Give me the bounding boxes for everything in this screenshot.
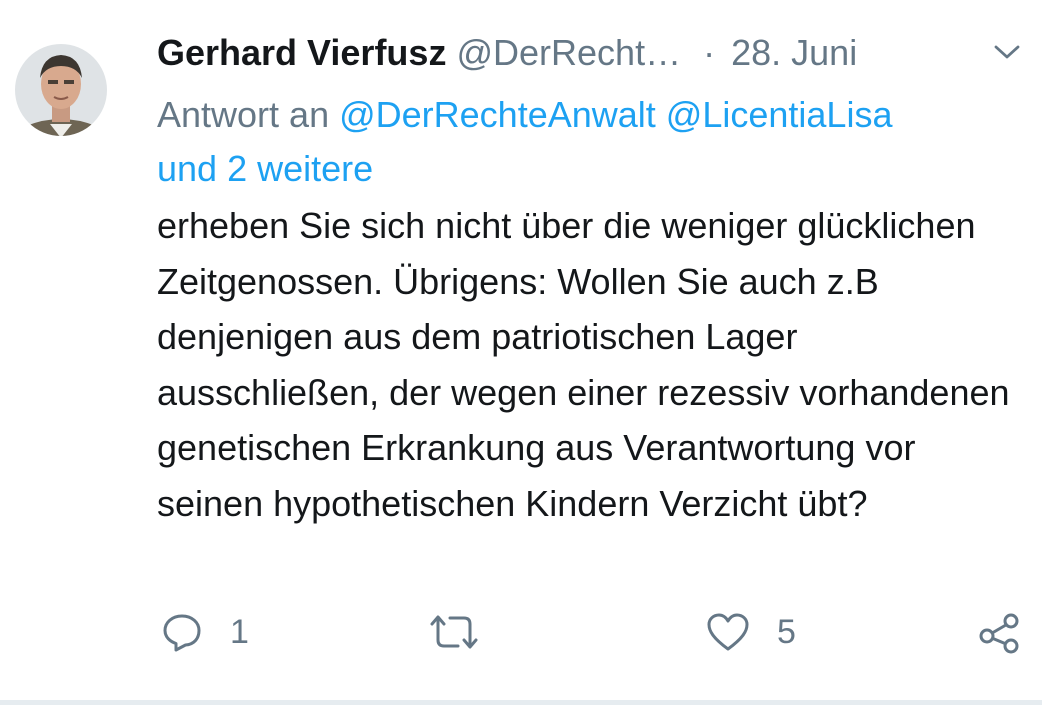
tweet[interactable]: Gerhard Vierfusz @DerRecht… · 28. Juni A… — [0, 0, 1042, 700]
like-count: 5 — [777, 612, 796, 651]
mention-link[interactable]: @DerRechteAnwalt — [339, 94, 656, 135]
retweet-button[interactable] — [426, 604, 508, 660]
reply-context: Antwort an @DerRechteAnwalt @LicentiaLis… — [157, 88, 1017, 196]
reply-button[interactable]: 1 — [160, 604, 249, 660]
author-name[interactable]: Gerhard Vierfusz — [157, 32, 446, 73]
header-separator: · — [703, 32, 716, 73]
share-icon — [975, 608, 1023, 656]
mention-link[interactable]: @LicentiaLisa — [666, 94, 893, 135]
tweet-text: erheben Sie sich nicht über die weniger … — [157, 205, 1010, 524]
reply-icon — [160, 610, 204, 654]
tweet-actions: 1 5 — [0, 604, 1042, 664]
share-button[interactable] — [975, 604, 1023, 660]
reply-count: 1 — [230, 612, 249, 651]
retweet-icon — [426, 610, 482, 654]
author-handle[interactable]: @DerRecht… — [456, 32, 681, 73]
heart-icon — [705, 610, 751, 654]
reply-prefix: Antwort an — [157, 94, 330, 135]
chevron-down-icon[interactable] — [990, 40, 1024, 64]
tweet-header: Gerhard Vierfusz @DerRecht… · 28. Juni — [157, 30, 1032, 80]
avatar[interactable] — [14, 26, 108, 154]
tweet-divider — [0, 700, 1042, 705]
tweet-date[interactable]: 28. Juni — [731, 32, 857, 73]
reply-others-link[interactable]: und 2 weitere — [157, 148, 373, 189]
like-button[interactable]: 5 — [705, 604, 796, 660]
